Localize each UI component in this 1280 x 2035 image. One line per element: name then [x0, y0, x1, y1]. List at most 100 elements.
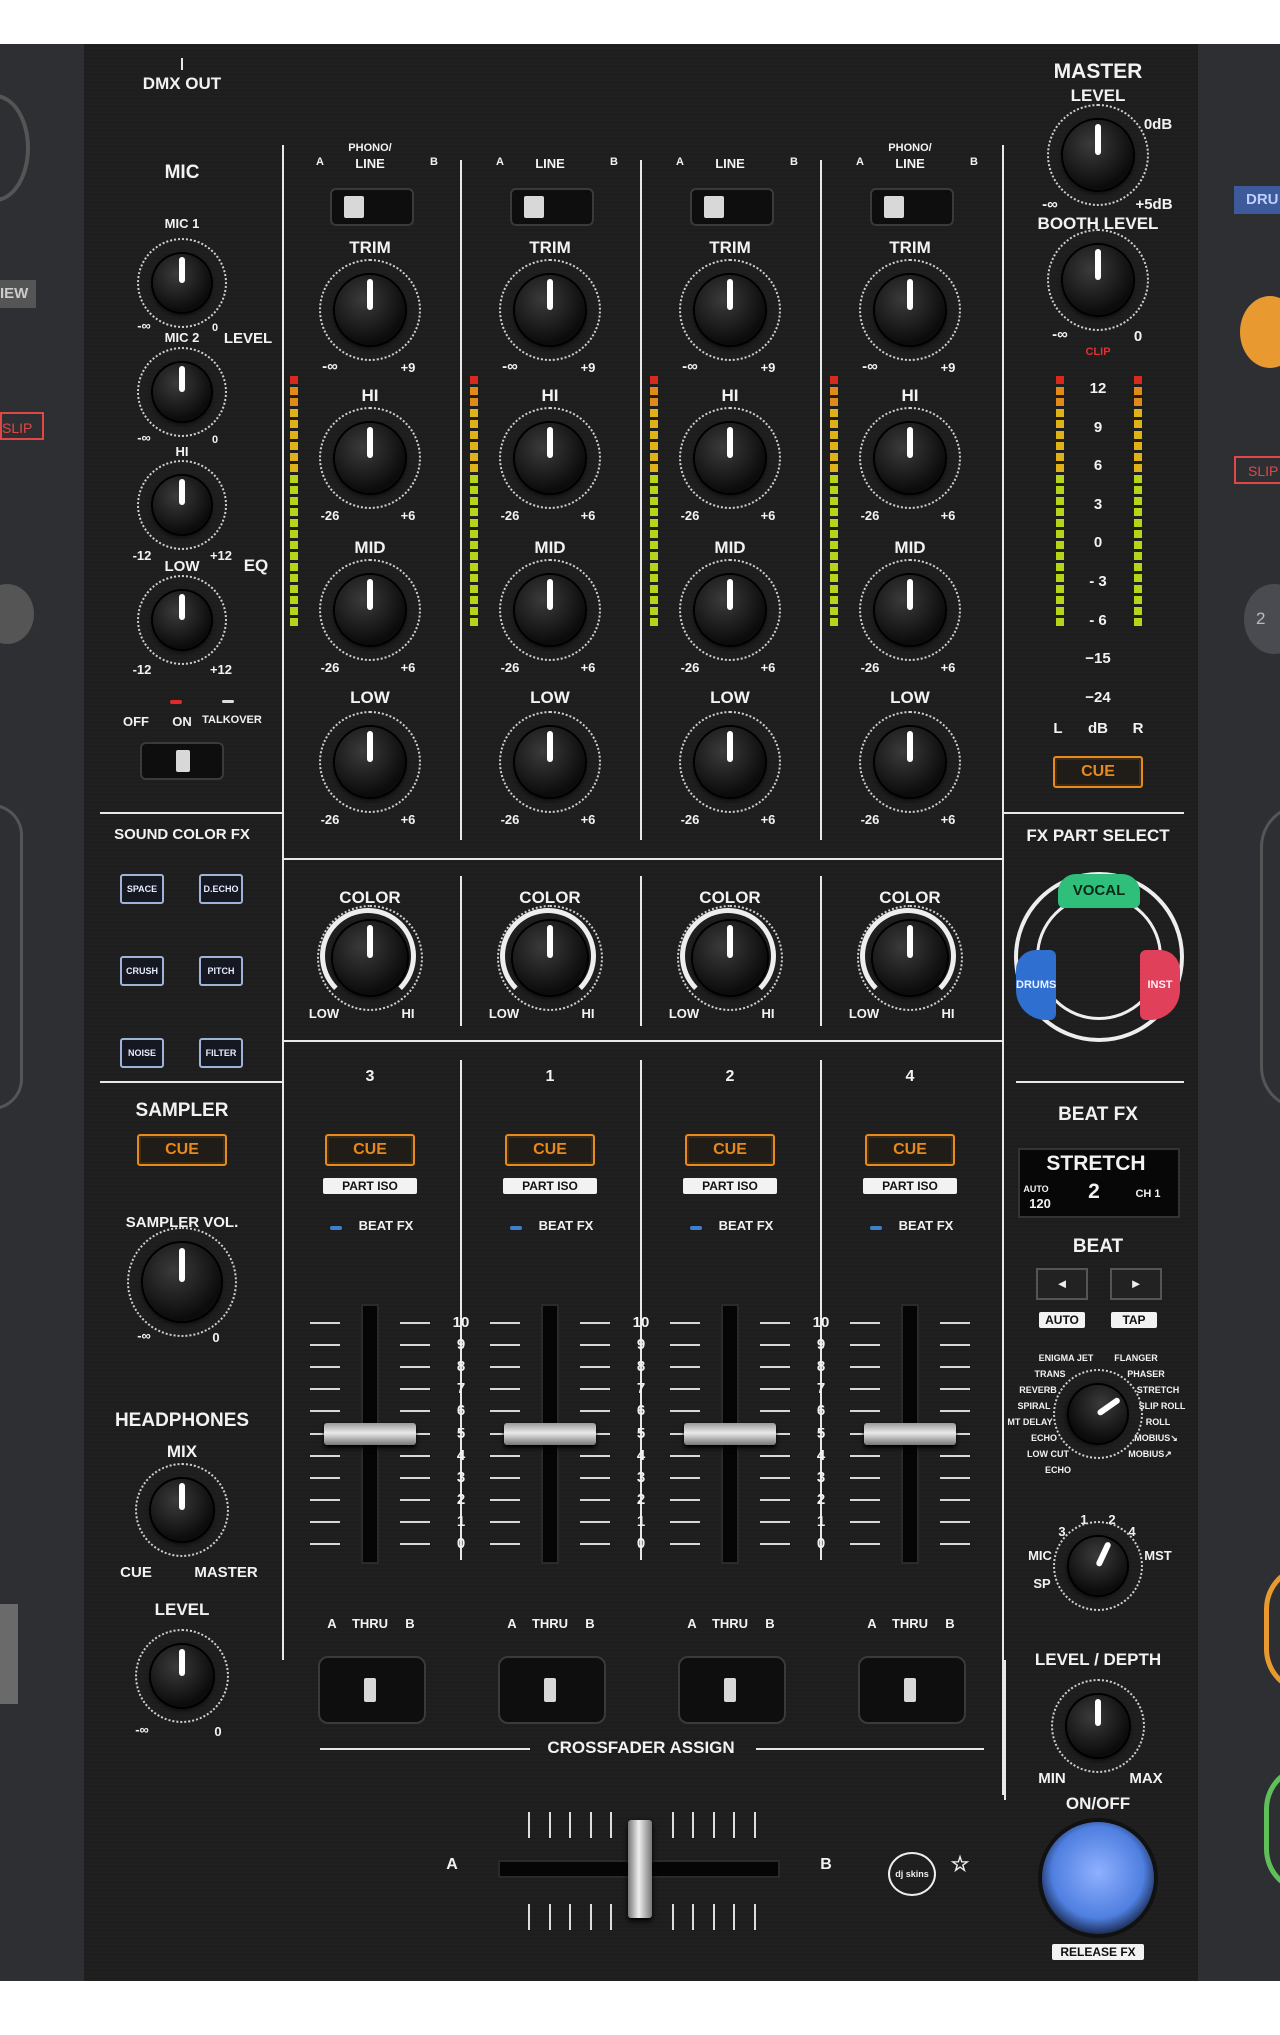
- sound-color-fx-button-crush[interactable]: CRUSH: [120, 956, 164, 986]
- ch2-low-min: -26: [500, 812, 520, 827]
- ch2-cue-button[interactable]: CUE: [505, 1134, 595, 1166]
- ch2-fader-tick-right: [580, 1344, 610, 1347]
- ch1-low-knob[interactable]: [335, 727, 405, 797]
- slip-button-right[interactable]: SLIP: [1234, 456, 1280, 484]
- ch3-cue-button[interactable]: CUE: [685, 1134, 775, 1166]
- slip-button-left[interactable]: SLIP: [0, 412, 44, 440]
- ch2-hi-knob[interactable]: [515, 423, 585, 493]
- ch2-mid-knob[interactable]: [515, 575, 585, 645]
- ch3-mid-knob[interactable]: [695, 575, 765, 645]
- ch4-hi-knob[interactable]: [875, 423, 945, 493]
- crossfader[interactable]: [628, 1820, 652, 1918]
- ch3-crossfader-assign-switch[interactable]: [678, 1656, 786, 1724]
- beat-right-button[interactable]: ►: [1110, 1268, 1162, 1300]
- master-meter-segment: [1056, 486, 1064, 494]
- ch3-fader-tick-right: [760, 1498, 790, 1501]
- vocal-button[interactable]: VOCAL: [1058, 874, 1140, 908]
- sound-color-fx-button-decho[interactable]: D.ECHO: [199, 874, 243, 904]
- ch3-trim-knob[interactable]: [695, 275, 765, 345]
- sound-color-fx-button-noise[interactable]: NOISE: [120, 1038, 164, 1068]
- ch2-fader-tick-right: [580, 1476, 610, 1479]
- ch1-fader-tick-right: [400, 1498, 430, 1501]
- ch1-input-switch[interactable]: [330, 188, 414, 226]
- ch4-input-bottom: LINE: [895, 156, 925, 171]
- ch4-fader-tick-left: [850, 1388, 880, 1391]
- beat-fx-effect-right-0: FLANGER: [1114, 1353, 1158, 1363]
- ch4-crossfader-assign-switch[interactable]: [858, 1656, 966, 1724]
- sampler-cue-button[interactable]: CUE: [137, 1134, 227, 1166]
- ch4-meter-segment: [830, 464, 838, 472]
- ch3-channel-fader[interactable]: [684, 1423, 776, 1445]
- tap-button[interactable]: TAP: [1111, 1312, 1157, 1328]
- ch2-input-switch[interactable]: [510, 188, 594, 226]
- ch4-trim-knob[interactable]: [875, 275, 945, 345]
- fader-scale-3-4: 4: [816, 1446, 826, 1464]
- ch3-fader-tick-right: [760, 1344, 790, 1347]
- ch1-trim-min: -∞: [322, 358, 338, 375]
- ch3-input-switch[interactable]: [690, 188, 774, 226]
- booth-level-knob[interactable]: [1063, 245, 1133, 315]
- ch4-input-switch[interactable]: [870, 188, 954, 226]
- master-plus5: +5dB: [1135, 196, 1173, 213]
- ch1-trim-knob[interactable]: [335, 275, 405, 345]
- beat-left-button[interactable]: ◄: [1036, 1268, 1088, 1300]
- crossfader-assign-line-right: [756, 1748, 984, 1750]
- sampler-vol-max: 0: [212, 1330, 220, 1345]
- master-cue-button[interactable]: CUE: [1053, 756, 1143, 788]
- ch4-low-knob[interactable]: [875, 727, 945, 797]
- level-depth-knob-indicator: [1095, 1698, 1101, 1726]
- fader-scale-3-0: 0: [816, 1535, 826, 1552]
- mic-eq-label: EQ: [243, 556, 269, 575]
- ch1-hi-knob-indicator: [367, 427, 373, 458]
- ch3-low-knob[interactable]: [695, 727, 765, 797]
- mic1-level-knob[interactable]: [153, 254, 211, 312]
- drum-button[interactable]: DRU: [1234, 186, 1280, 214]
- ch3-level-meter: [650, 376, 658, 629]
- ch4-mid-max: +6: [940, 660, 956, 675]
- ch1-hi-knob[interactable]: [335, 423, 405, 493]
- ch1-cue-button[interactable]: CUE: [325, 1134, 415, 1166]
- master-level-knob[interactable]: [1063, 120, 1133, 190]
- ch4-level-meter: [830, 376, 838, 629]
- ch1-crossfader-assign-switch[interactable]: [318, 1656, 426, 1724]
- ch2-meter-segment: [470, 519, 478, 527]
- mic-low-knob[interactable]: [153, 591, 211, 649]
- ch4-mid-knob[interactable]: [875, 575, 945, 645]
- headphones-mix-label: MIX: [166, 1442, 198, 1461]
- ch2-trim-knob[interactable]: [515, 275, 585, 345]
- master-meter-segment: [1056, 563, 1064, 571]
- ch4-fader-tick-left: [850, 1454, 880, 1457]
- view-button[interactable]: IEW: [0, 280, 36, 308]
- beat-fx-on-off-button[interactable]: [1042, 1822, 1154, 1934]
- ch4-trim-max: +9: [940, 360, 956, 375]
- ch2-mid-max: +6: [580, 660, 596, 675]
- sound-color-fx-button-space[interactable]: SPACE: [120, 874, 164, 904]
- ch2-channel-fader[interactable]: [504, 1423, 596, 1445]
- mic2-level-knob[interactable]: [153, 363, 211, 421]
- ch1-mid-knob[interactable]: [335, 575, 405, 645]
- headphones-mix-knob[interactable]: [151, 1479, 213, 1541]
- mic-hi-knob[interactable]: [153, 476, 211, 534]
- ch3-hi-knob[interactable]: [695, 423, 765, 493]
- ch1-fader-tick-left: [310, 1520, 340, 1523]
- ch1-fader-tick-right: [400, 1322, 430, 1324]
- ch1-fader-tick-right: [400, 1366, 430, 1369]
- auto-button[interactable]: AUTO: [1039, 1312, 1085, 1328]
- sound-color-fx-button-pitch[interactable]: PITCH: [199, 956, 243, 986]
- sampler-vol-min: -∞: [137, 1328, 151, 1343]
- ch4-channel-fader[interactable]: [864, 1423, 956, 1445]
- ch2-crossfader-assign-switch[interactable]: [498, 1656, 606, 1724]
- right-orange-button-partial[interactable]: [1240, 296, 1280, 368]
- ch1-channel-fader[interactable]: [324, 1423, 416, 1445]
- right-deck-knob-partial[interactable]: 2: [1244, 584, 1280, 654]
- ch4-cue-button[interactable]: CUE: [865, 1134, 955, 1166]
- mic-mode-switch[interactable]: [140, 742, 224, 780]
- level-depth-knob[interactable]: [1067, 1695, 1129, 1757]
- sound-color-fx-button-filter[interactable]: FILTER: [199, 1038, 243, 1068]
- ch2-input-switch-lever: [524, 196, 544, 218]
- ch1-meter-segment: [290, 618, 298, 626]
- ch2-fader-tick-left: [490, 1322, 520, 1324]
- sampler-vol-knob[interactable]: [143, 1243, 221, 1321]
- ch2-low-knob[interactable]: [515, 727, 585, 797]
- headphones-level-knob[interactable]: [151, 1645, 213, 1707]
